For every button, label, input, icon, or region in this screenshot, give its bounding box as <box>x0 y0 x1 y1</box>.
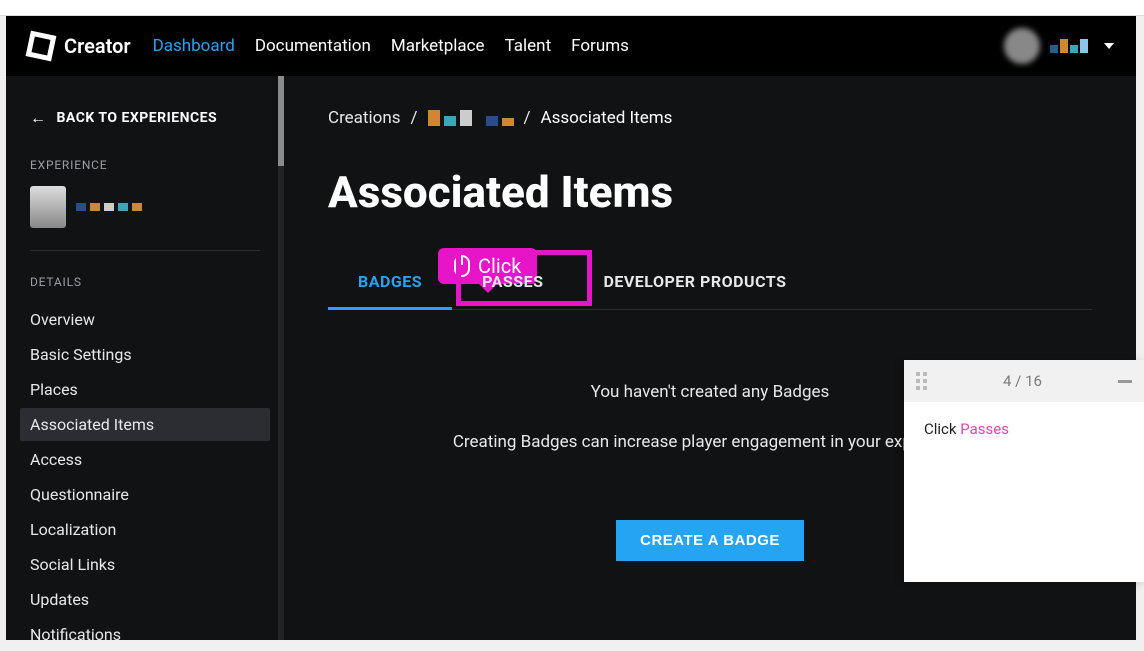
sidebar: ← BACK TO EXPERIENCES EXPERIENCE DETAILS… <box>6 76 284 640</box>
experience-row[interactable] <box>30 186 260 228</box>
back-label: BACK TO EXPERIENCES <box>57 110 218 126</box>
username-obscured <box>1050 39 1088 53</box>
tab-developer-products[interactable]: DEVELOPER PRODUCTS <box>573 256 816 309</box>
experience-section-label: EXPERIENCE <box>30 158 260 172</box>
avatar[interactable] <box>1004 28 1040 64</box>
back-to-experiences[interactable]: ← BACK TO EXPERIENCES <box>30 108 260 128</box>
experience-thumbnail <box>30 186 66 228</box>
arrow-left-icon: ← <box>30 108 47 128</box>
tab-passes[interactable]: PASSES <box>452 256 573 309</box>
nav-left: Creator Dashboard Documentation Marketpl… <box>28 33 629 59</box>
sidebar-item-access[interactable]: Access <box>20 443 270 476</box>
breadcrumb: Creations / / Associated Items <box>328 108 1092 128</box>
nav-links: Dashboard Documentation Marketplace Tale… <box>153 36 629 56</box>
tab-badges[interactable]: BADGES <box>328 256 452 310</box>
sidebar-item-basic-settings[interactable]: Basic Settings <box>20 338 270 371</box>
nav-dashboard[interactable]: Dashboard <box>153 36 235 56</box>
user-menu-caret-icon[interactable] <box>1104 43 1114 49</box>
step-counter: 4 / 16 <box>1003 372 1042 390</box>
breadcrumb-sep-icon: / <box>410 108 417 128</box>
minimize-icon[interactable] <box>1118 380 1132 383</box>
sidebar-item-social-links[interactable]: Social Links <box>20 548 270 581</box>
nav-documentation[interactable]: Documentation <box>255 36 371 56</box>
top-nav: Creator Dashboard Documentation Marketpl… <box>6 16 1136 76</box>
hint-text-highlight: Passes <box>960 420 1009 438</box>
drag-handle-icon[interactable] <box>916 372 927 390</box>
logo-text: Creator <box>64 34 131 58</box>
breadcrumb-experience-obscured[interactable] <box>428 110 514 126</box>
browser-chrome <box>0 0 1144 16</box>
create-badge-button[interactable]: CREATE A BADGE <box>616 520 804 561</box>
tutorial-panel-body: Click Passes <box>904 402 1144 582</box>
sidebar-item-questionnaire[interactable]: Questionnaire <box>20 478 270 511</box>
page-title: Associated Items <box>328 166 1092 218</box>
breadcrumb-sep-icon: / <box>524 108 531 128</box>
sidebar-item-notifications[interactable]: Notifications <box>20 618 270 651</box>
nav-marketplace[interactable]: Marketplace <box>391 36 485 56</box>
tutorial-panel-header: 4 / 16 <box>904 360 1144 402</box>
sidebar-item-overview[interactable]: Overview <box>20 303 270 336</box>
tutorial-panel: 4 / 16 Click Passes <box>904 360 1144 582</box>
hint-text-prefix: Click <box>924 420 960 438</box>
details-nav: Overview Basic Settings Places Associate… <box>30 303 260 651</box>
logo-icon <box>26 31 57 62</box>
experience-name-obscured <box>76 203 142 211</box>
nav-talent[interactable]: Talent <box>505 36 552 56</box>
sidebar-item-localization[interactable]: Localization <box>20 513 270 546</box>
sidebar-item-places[interactable]: Places <box>20 373 270 406</box>
details-section-label: DETAILS <box>30 275 260 289</box>
breadcrumb-creations[interactable]: Creations <box>328 108 400 128</box>
breadcrumb-current: Associated Items <box>541 108 673 128</box>
logo[interactable]: Creator <box>28 33 131 59</box>
tabs: BADGES PASSES DEVELOPER PRODUCTS <box>328 256 1092 310</box>
sidebar-item-updates[interactable]: Updates <box>20 583 270 616</box>
nav-forums[interactable]: Forums <box>571 36 629 56</box>
divider <box>30 250 260 251</box>
sidebar-item-associated-items[interactable]: Associated Items <box>20 408 270 441</box>
nav-right <box>1004 28 1114 64</box>
